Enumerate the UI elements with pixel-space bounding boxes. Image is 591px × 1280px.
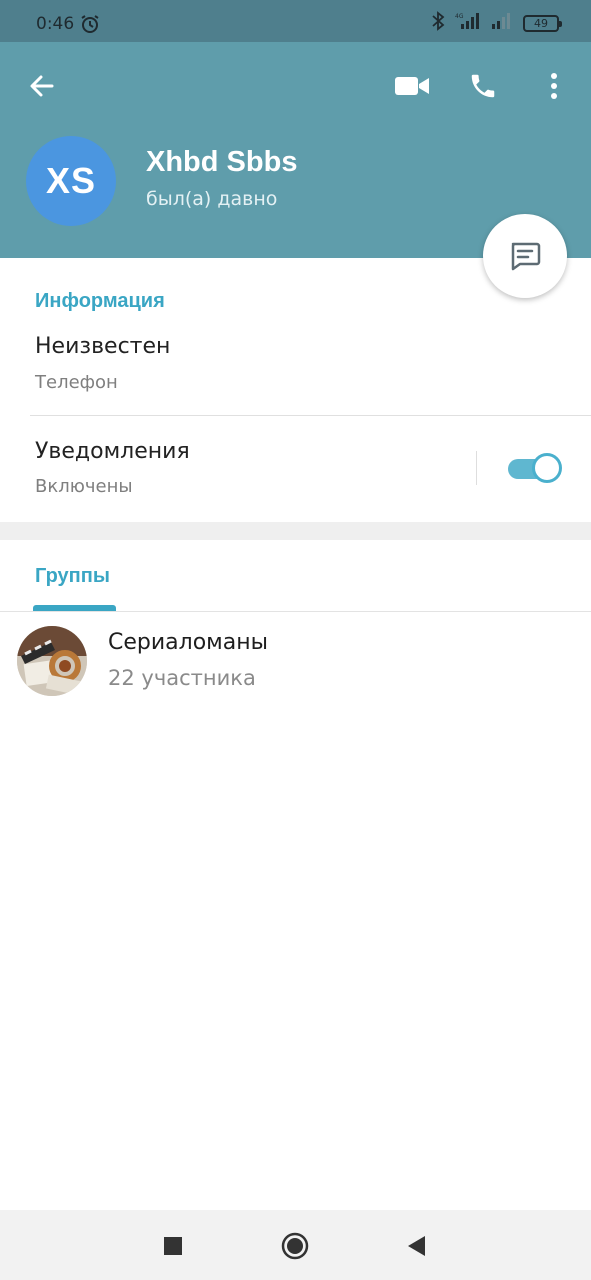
signal-icon: 4G — [453, 12, 483, 34]
group-name: Сериаломаны — [108, 630, 268, 655]
phone-label: Телефон — [35, 372, 118, 393]
message-icon — [511, 242, 541, 271]
divider — [30, 415, 591, 416]
tab-groups[interactable]: Группы — [35, 565, 110, 588]
status-bar: 0:46 4G 49 — [0, 0, 591, 42]
bluetooth-icon — [431, 11, 445, 35]
last-seen-status: был(а) давно — [146, 188, 278, 210]
send-message-button[interactable] — [483, 214, 567, 298]
status-time: 0:46 — [36, 14, 75, 34]
vertical-divider — [476, 451, 477, 485]
nav-back-button[interactable] — [398, 1228, 434, 1264]
more-vert-icon — [551, 73, 557, 99]
more-options-button[interactable] — [536, 66, 572, 106]
video-call-icon — [395, 77, 429, 95]
alarm-icon — [80, 14, 100, 34]
section-gap — [0, 522, 591, 540]
phone-value[interactable]: Неизвестен — [35, 334, 170, 359]
profile-name: Xhbd Sbbs — [146, 146, 298, 178]
notifications-value: Включены — [35, 476, 133, 497]
group-members-count: 22 участника — [108, 666, 256, 690]
nav-recents-icon — [164, 1237, 182, 1255]
back-arrow-icon — [30, 75, 54, 97]
system-nav-bar — [0, 1210, 591, 1280]
back-button[interactable] — [22, 66, 62, 106]
nav-recents-button[interactable] — [155, 1228, 191, 1264]
network-label: 4G — [455, 13, 464, 20]
info-section-title: Информация — [35, 290, 165, 312]
nav-home-button[interactable] — [277, 1228, 313, 1264]
avatar[interactable]: XS — [26, 136, 116, 226]
battery-icon: 49 — [523, 14, 562, 32]
nav-home-icon — [281, 1232, 309, 1260]
phone-icon — [471, 74, 495, 98]
toggle-knob — [532, 453, 562, 483]
signal-2-icon — [491, 12, 515, 34]
call-button[interactable] — [463, 66, 503, 106]
info-section: Информация Неизвестен Телефон Уведомлени… — [0, 258, 591, 522]
list-item[interactable]: Сериаломаны 22 участника — [0, 612, 591, 706]
group-avatar — [17, 626, 87, 696]
status-indicators: 4G 49 — [431, 11, 562, 35]
nav-back-icon — [408, 1236, 425, 1256]
notifications-label[interactable]: Уведомления — [35, 439, 190, 464]
video-call-button[interactable] — [392, 66, 432, 106]
profile-screen: 0:46 4G 49 XS Xhbd Sbbs был(а) давно Инф… — [0, 0, 591, 1280]
notifications-toggle[interactable] — [508, 453, 562, 483]
